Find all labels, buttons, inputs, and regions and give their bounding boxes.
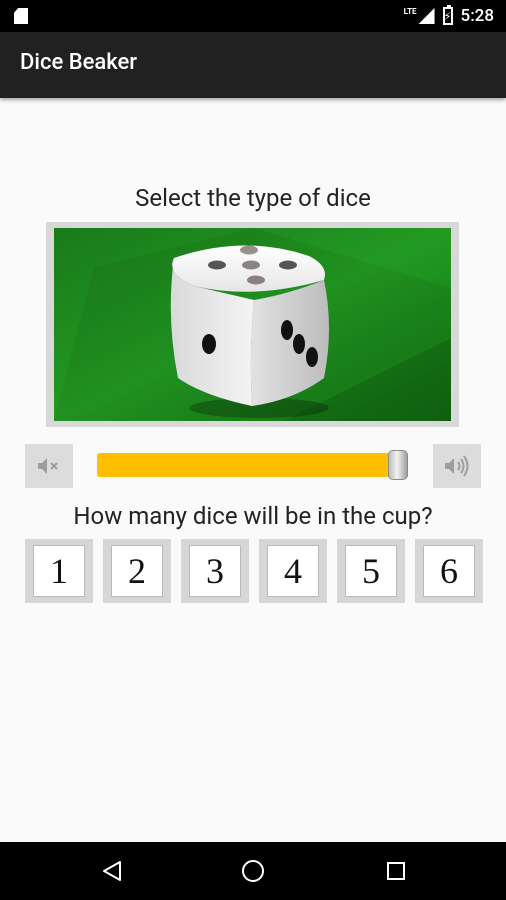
home-button[interactable] bbox=[238, 856, 268, 886]
status-indicators: LTE ⚡ 5:28 bbox=[404, 0, 494, 32]
dice-count-label: 1 bbox=[33, 545, 85, 597]
volume-mute-icon bbox=[38, 458, 58, 474]
back-icon bbox=[103, 861, 121, 881]
volume-up-button[interactable] bbox=[433, 444, 481, 488]
dice-count-options: 1 2 3 4 5 6 bbox=[25, 539, 483, 603]
network-type-label: LTE bbox=[403, 6, 417, 16]
sd-card-icon bbox=[14, 8, 28, 24]
navigation-bar bbox=[0, 842, 506, 900]
recents-button[interactable] bbox=[381, 856, 411, 886]
mute-button[interactable] bbox=[25, 444, 73, 488]
dice-count-6-button[interactable]: 6 bbox=[415, 539, 483, 603]
home-icon bbox=[242, 860, 264, 882]
dice-count-prompt: How many dice will be in the cup? bbox=[73, 502, 433, 530]
dice-count-1-button[interactable]: 1 bbox=[25, 539, 93, 603]
volume-slider-fill bbox=[97, 453, 398, 477]
signal-icon bbox=[418, 8, 435, 24]
dice-count-4-button[interactable]: 4 bbox=[259, 539, 327, 603]
dice-image[interactable] bbox=[54, 228, 451, 421]
recents-icon bbox=[387, 862, 405, 880]
dice-count-2-button[interactable]: 2 bbox=[103, 539, 171, 603]
dice-type-selector[interactable] bbox=[46, 222, 459, 427]
app-title: Dice Beaker bbox=[20, 50, 138, 75]
app-bar: Dice Beaker bbox=[0, 32, 506, 98]
status-time: 5:28 bbox=[460, 6, 494, 26]
volume-up-icon bbox=[445, 455, 469, 477]
dice-count-label: 5 bbox=[345, 545, 397, 597]
battery-icon: ⚡ bbox=[442, 5, 453, 25]
dice-count-5-button[interactable]: 5 bbox=[337, 539, 405, 603]
dice-count-label: 6 bbox=[423, 545, 475, 597]
dice-count-3-button[interactable]: 3 bbox=[181, 539, 249, 603]
dice-type-prompt: Select the type of dice bbox=[135, 184, 371, 212]
back-button[interactable] bbox=[97, 856, 127, 886]
dice-count-label: 3 bbox=[189, 545, 241, 597]
dice-count-label: 2 bbox=[111, 545, 163, 597]
status-bar: LTE ⚡ 5:28 bbox=[0, 0, 506, 32]
volume-slider-thumb[interactable] bbox=[387, 450, 408, 480]
dice-count-label: 4 bbox=[267, 545, 319, 597]
volume-slider[interactable] bbox=[97, 450, 408, 480]
